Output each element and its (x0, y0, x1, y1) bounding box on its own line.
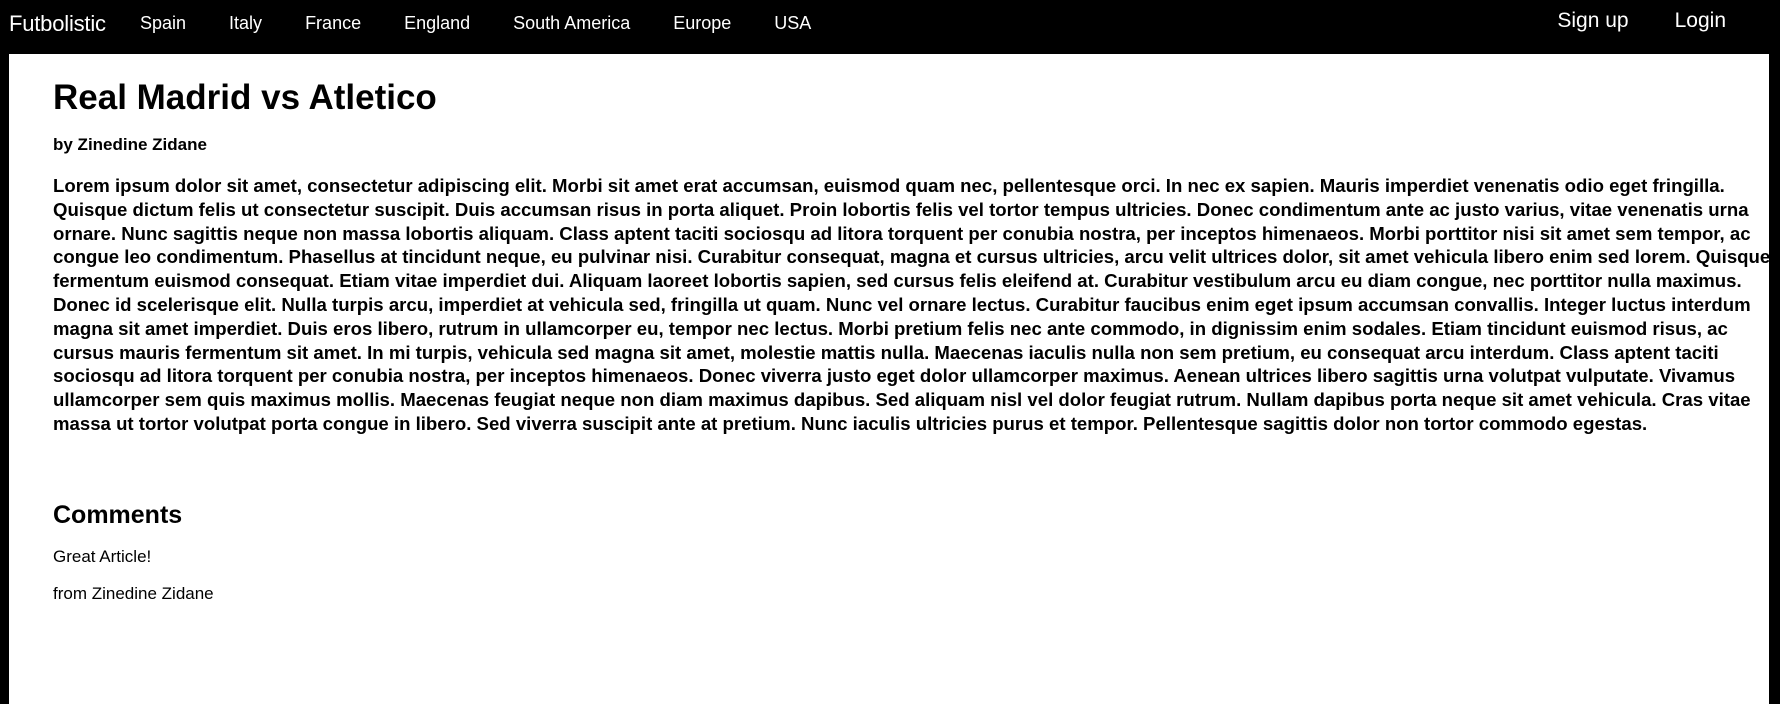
article-body: Lorem ipsum dolor sit amet, consectetur … (53, 175, 1771, 434)
comment-author: from Zinedine Zidane (53, 583, 214, 603)
login-link[interactable]: Login (1675, 9, 1726, 33)
nav-links: Spain Italy France England South America… (140, 13, 854, 34)
article: Real Madrid vs Atletico by Zinedine Zida… (53, 54, 1779, 605)
nav-link-europe[interactable]: Europe (673, 13, 731, 34)
article-byline: by Zinedine Zidane (53, 135, 207, 154)
nav-auth-links: Sign up Login (1511, 9, 1726, 33)
nav-link-spain[interactable]: Spain (140, 13, 186, 34)
article-title: Real Madrid vs Atletico (53, 78, 437, 117)
comment-text: Great Article! (53, 546, 152, 566)
nav-link-france[interactable]: France (305, 13, 361, 34)
nav-link-south-america[interactable]: South America (513, 13, 630, 34)
nav-link-england[interactable]: England (404, 13, 470, 34)
top-navbar: Futbolistic Spain Italy France England S… (0, 0, 1780, 54)
nav-link-italy[interactable]: Italy (229, 13, 262, 34)
signup-link[interactable]: Sign up (1557, 9, 1628, 33)
brand-logo-link[interactable]: Futbolistic (9, 11, 106, 37)
comments-heading: Comments (53, 500, 183, 529)
nav-link-usa[interactable]: USA (774, 13, 811, 34)
main-content: Real Madrid vs Atletico by Zinedine Zida… (9, 54, 1770, 704)
comment-item: Great Article! from Zinedine Zidane (53, 546, 1779, 605)
